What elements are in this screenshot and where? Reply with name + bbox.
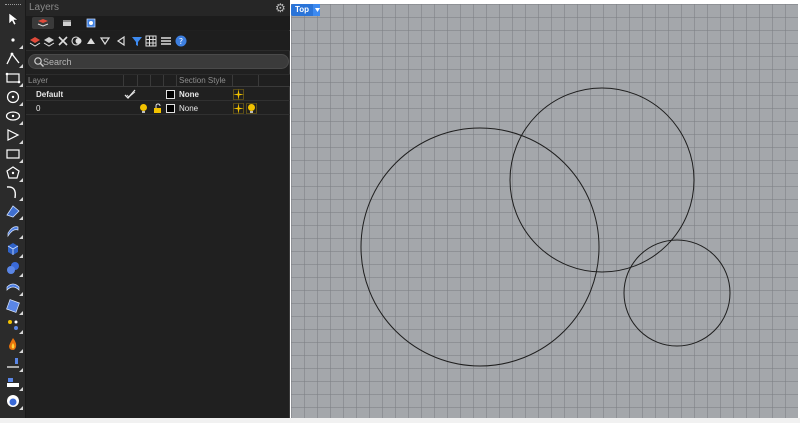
lightbulb-on-icon[interactable]: [138, 103, 149, 114]
column-print[interactable]: [232, 75, 258, 87]
move-left-icon[interactable]: [114, 34, 128, 48]
chevron-down-icon[interactable]: [313, 4, 321, 16]
section-style-value[interactable]: None: [179, 88, 199, 101]
column-layer[interactable]: Layer: [26, 75, 123, 87]
curve-icon[interactable]: [3, 183, 23, 201]
column-visible[interactable]: [137, 75, 150, 87]
gear-icon[interactable]: ⚙: [275, 2, 287, 14]
duplicate-layer-icon[interactable]: [70, 34, 84, 48]
delete-layer-icon[interactable]: [56, 34, 70, 48]
tab-properties[interactable]: [56, 17, 78, 29]
new-layer-icon[interactable]: [28, 34, 42, 48]
column-section-style[interactable]: Section Style: [176, 75, 232, 87]
sparkle-icon[interactable]: [233, 89, 244, 100]
small-circle[interactable]: [623, 239, 731, 347]
layer-row-0[interactable]: 0 None: [26, 102, 290, 115]
move-down-icon[interactable]: [98, 34, 112, 48]
window-bottom-edge: [0, 418, 800, 423]
column-lock[interactable]: [150, 75, 163, 87]
mesh-icon[interactable]: [3, 278, 23, 296]
render-icon[interactable]: [3, 392, 23, 410]
panel-title-text: Layers: [29, 2, 60, 13]
filter-icon[interactable]: [130, 34, 144, 48]
surface-icon[interactable]: [3, 202, 23, 220]
tab-layers[interactable]: [32, 17, 54, 29]
list-view-icon[interactable]: [159, 34, 173, 48]
select-arrow-icon[interactable]: [3, 10, 23, 28]
upper-circle[interactable]: [509, 87, 695, 273]
layers-tab-icon: [37, 19, 49, 27]
render-light-icon[interactable]: [246, 103, 257, 114]
circle-tool-icon[interactable]: [3, 88, 23, 106]
sparkle-icon[interactable]: [233, 103, 244, 114]
drafting-icon[interactable]: [3, 373, 23, 391]
checkmark-icon[interactable]: [124, 89, 136, 100]
box-solid-icon[interactable]: [3, 240, 23, 258]
help-icon[interactable]: ?: [174, 34, 188, 48]
search-input[interactable]: [43, 55, 283, 68]
rectangle-tool-icon[interactable]: [3, 145, 23, 163]
polygon-icon[interactable]: [3, 126, 23, 144]
layer-color-swatch[interactable]: [166, 104, 175, 113]
large-circle[interactable]: [360, 127, 600, 367]
transform-icon[interactable]: [3, 297, 23, 315]
explode-icon[interactable]: [3, 316, 23, 334]
move-up-icon[interactable]: [84, 34, 98, 48]
sphere-icon[interactable]: [3, 259, 23, 277]
layer-name[interactable]: 0: [36, 102, 40, 115]
layer-row-default[interactable]: Default None: [26, 88, 290, 101]
toolbar-grip[interactable]: [5, 4, 21, 7]
layers-panel: Layers ⚙ ? Search Layer Section Style De…: [26, 0, 290, 418]
polyline-icon[interactable]: [3, 50, 23, 68]
extrude-icon[interactable]: [3, 221, 23, 239]
rectangle-select-icon[interactable]: [3, 69, 23, 87]
viewport-name-tab[interactable]: Top: [291, 4, 321, 16]
fire-icon[interactable]: [3, 335, 23, 353]
viewport-canvas[interactable]: [291, 4, 798, 418]
dimension-icon[interactable]: [3, 354, 23, 372]
svg-text:?: ?: [179, 37, 183, 46]
window-top-edge: [290, 0, 800, 4]
ellipse-icon[interactable]: [3, 107, 23, 125]
top-viewport[interactable]: Top: [291, 4, 798, 418]
column-current[interactable]: [123, 75, 137, 87]
tab-display[interactable]: [80, 17, 102, 29]
viewport-name[interactable]: Top: [295, 4, 309, 16]
display-tab-icon: [86, 18, 96, 28]
properties-tab-icon: [63, 20, 71, 26]
search-box: [28, 54, 289, 69]
polygon-center-icon[interactable]: [3, 164, 23, 182]
tool-strip: [0, 0, 26, 423]
grid-view-icon[interactable]: [144, 34, 158, 48]
layer-color-swatch[interactable]: [166, 90, 175, 99]
lock-open-icon[interactable]: [152, 103, 163, 114]
layer-toolbar: ?: [26, 31, 290, 51]
column-color[interactable]: [163, 75, 176, 87]
layer-name[interactable]: Default: [36, 88, 63, 101]
section-style-value[interactable]: None: [179, 102, 198, 115]
layer-table-header: Layer Section Style: [26, 74, 290, 87]
new-sublayer-icon[interactable]: [42, 34, 56, 48]
panel-title: Layers: [26, 0, 290, 16]
column-extra[interactable]: [258, 75, 290, 87]
panel-tab-bar: [26, 16, 290, 30]
point-icon[interactable]: [3, 31, 23, 49]
